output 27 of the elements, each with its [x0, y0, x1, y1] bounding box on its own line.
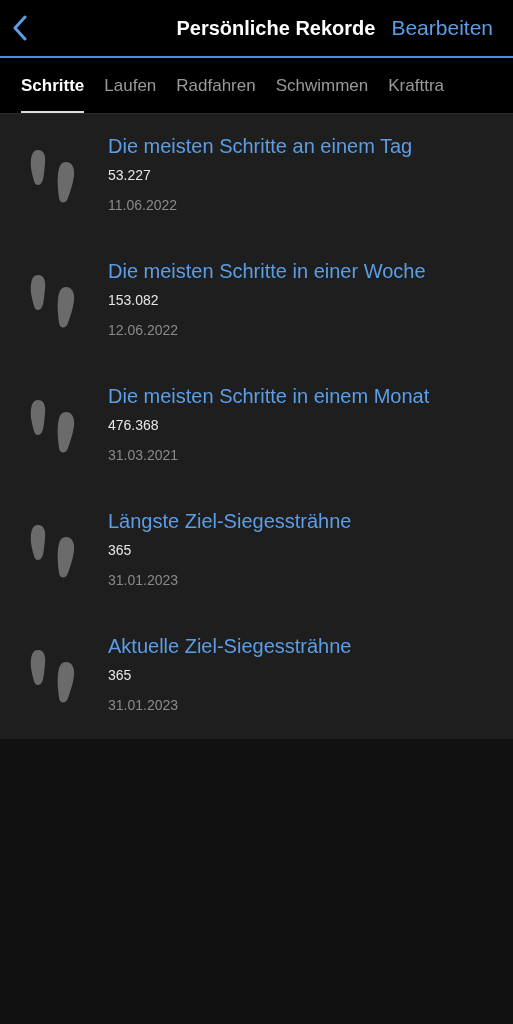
footprints-icon [30, 524, 76, 579]
page-title: Persönliche Rekorde [176, 16, 376, 41]
footprints-icon [30, 649, 76, 704]
back-icon[interactable] [12, 15, 28, 41]
footprints-icon [30, 399, 76, 454]
record-value: 365 [108, 540, 133, 560]
record-title[interactable]: Aktuelle Ziel-Siegessträhne [108, 632, 352, 659]
record-date: 31.03.2021 [108, 445, 180, 465]
record-date: 12.06.2022 [108, 320, 180, 340]
record-value: 153.082 [108, 290, 160, 310]
record-title[interactable]: Die meisten Schritte in einer Woche [108, 257, 426, 284]
record-title[interactable]: Längste Ziel-Siegessträhne [108, 507, 352, 534]
edit-button[interactable]: Bearbeiten [391, 12, 501, 44]
record-title[interactable]: Die meisten Schritte an einem Tag [108, 132, 413, 159]
record-date: 11.06.2022 [108, 195, 179, 215]
record-value: 53.227 [108, 165, 152, 185]
tab[interactable]: Laufen [104, 58, 157, 113]
record-value: 476.368 [108, 415, 160, 435]
record-date: 31.01.2023 [108, 695, 180, 715]
tab[interactable]: Krafttra [388, 58, 445, 113]
footprints-icon [30, 149, 76, 204]
record-title[interactable]: Die meisten Schritte in einem Monat [108, 382, 430, 409]
tab[interactable]: Schwimmen [275, 58, 369, 113]
footprints-icon [30, 274, 76, 329]
record-value: 365 [108, 665, 133, 685]
record-date: 31.01.2023 [108, 570, 180, 590]
tab[interactable]: Radfahren [176, 58, 256, 113]
